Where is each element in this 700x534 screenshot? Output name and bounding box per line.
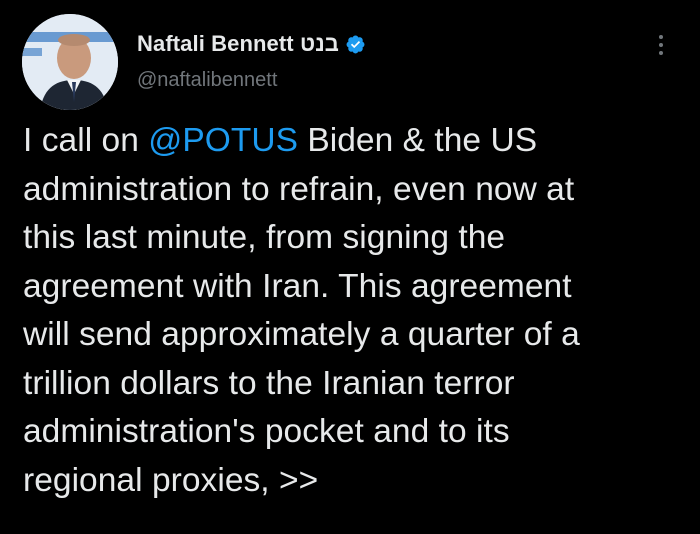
avatar[interactable] xyxy=(22,14,118,110)
author-name-row: Naftali Bennett בנט xyxy=(137,31,366,57)
tweet-line: administration's pocket and to its xyxy=(23,413,510,450)
profile-photo-icon xyxy=(22,14,118,110)
tweet-text: I call on @POTUS Biden & the US administ… xyxy=(23,117,693,505)
tweet-card: Naftali Bennett בנט @naftalibennett I ca… xyxy=(0,0,700,534)
display-name[interactable]: Naftali Bennett בנט xyxy=(137,31,339,57)
verified-badge-icon xyxy=(345,34,366,55)
author-handle[interactable]: @naftalibennett xyxy=(137,69,277,92)
tweet-line: will send approximately a quarter of a xyxy=(23,316,580,353)
tweet-line: administration to refrain, even now at xyxy=(23,170,575,208)
tweet-line: agreement with Iran. This agreement xyxy=(23,267,572,305)
more-dot xyxy=(659,43,663,47)
more-dot xyxy=(659,51,663,55)
tweet-text-segment: I call on xyxy=(23,122,149,159)
tweet-line: regional proxies, >> xyxy=(23,461,319,499)
tweet-line: I call on @POTUS Biden & the US xyxy=(23,117,693,166)
tweet-line: trillion dollars to the Iranian terror xyxy=(23,364,515,402)
mention-link[interactable]: @POTUS xyxy=(148,122,298,159)
tweet-text-segment: Biden & the US xyxy=(297,122,538,159)
more-options-icon[interactable] xyxy=(650,30,672,60)
more-dot xyxy=(659,35,663,39)
tweet-line: this last minute, from signing the xyxy=(23,219,506,256)
